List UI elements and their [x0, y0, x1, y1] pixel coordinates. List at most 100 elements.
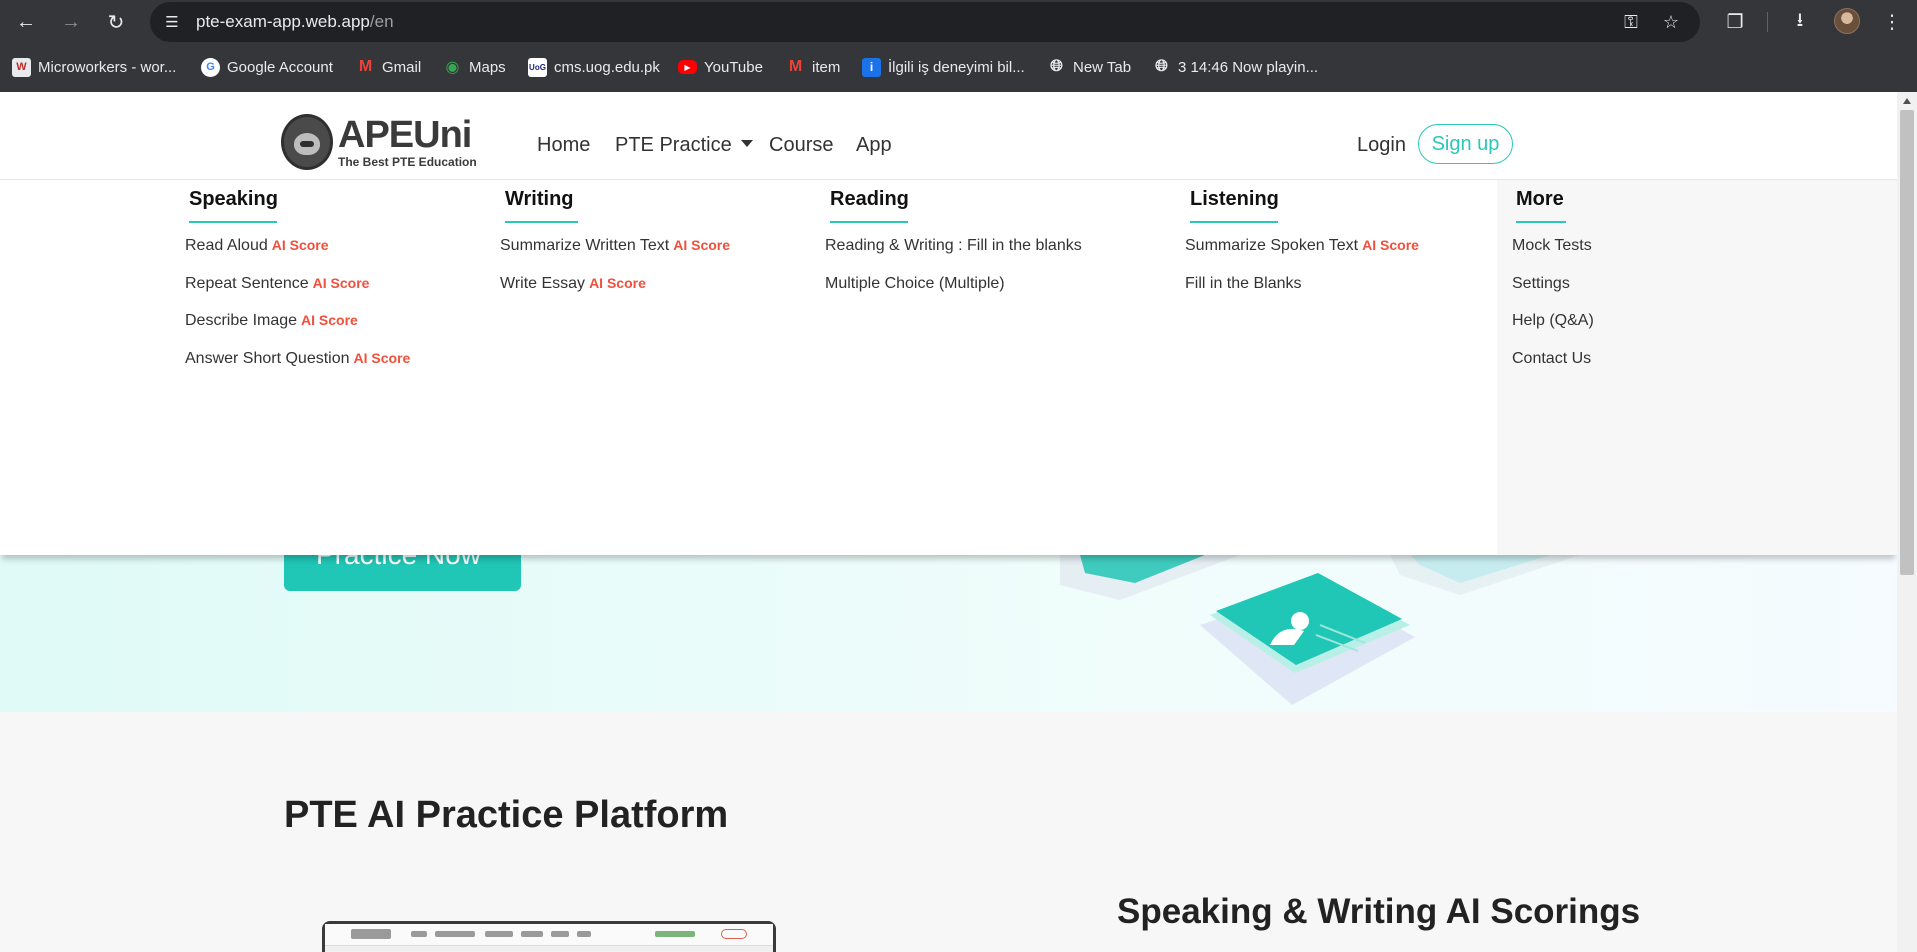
menu-heading: Listening: [1190, 188, 1279, 210]
download-icon[interactable]: ⭳: [1786, 8, 1814, 36]
nav-home[interactable]: Home: [537, 134, 590, 157]
url-host: pte-exam-app.web.app: [196, 12, 370, 31]
menu-item-fill-in-the-blanks[interactable]: Fill in the Blanks: [1185, 275, 1302, 293]
hero-illustration: [1060, 555, 1580, 705]
bookmark-label: İlgili iş deneyimi bil...: [888, 58, 1025, 76]
menu-item-multiple-choice-multiple[interactable]: Multiple Choice (Multiple): [825, 275, 1005, 293]
bookmark-label: YouTube: [704, 58, 763, 76]
page-scrollbar[interactable]: [1897, 92, 1917, 952]
practice-now-button[interactable]: Practice Now: [284, 555, 521, 591]
bookmark-label: item: [812, 58, 841, 76]
key-icon[interactable]: ⚿: [1620, 11, 1642, 33]
login-link[interactable]: Login: [1357, 134, 1406, 157]
url-path: /en: [369, 12, 394, 31]
menu-heading-underline: [189, 221, 277, 223]
menu-item-repeat-sentence[interactable]: Repeat Sentence AI Score: [185, 275, 369, 293]
menu-item-describe-image[interactable]: Describe Image AI Score: [185, 312, 358, 330]
nav-course[interactable]: Course: [769, 134, 833, 157]
youtube-icon: ▶: [678, 60, 697, 74]
url-text[interactable]: pte-exam-app.web.app/en: [196, 12, 394, 32]
menu-item-answer-short-question[interactable]: Answer Short Question AI Score: [185, 350, 410, 368]
scroll-up-arrow-icon[interactable]: [1903, 98, 1911, 104]
menu-item-reading-writing-fill-blanks[interactable]: Reading & Writing : Fill in the blanks: [825, 237, 1082, 255]
menu-item-contact-us[interactable]: Contact Us: [1512, 350, 1591, 368]
bookmark-label: cms.uog.edu.pk: [554, 58, 660, 76]
menu-heading: Writing: [505, 188, 574, 210]
page-viewport: APEUni The Best PTE Education Home PTE P…: [0, 92, 1897, 952]
microworkers-icon: W: [12, 57, 31, 77]
menu-heading: Speaking: [189, 188, 278, 210]
menu-item-settings[interactable]: Settings: [1512, 275, 1570, 293]
gmail-icon: M: [788, 58, 803, 75]
menu-item-mock-tests[interactable]: Mock Tests: [1512, 237, 1592, 255]
back-button[interactable]: ←: [10, 6, 42, 38]
bookmark-item[interactable]: ◉ Maps: [443, 56, 506, 78]
bookmark-item[interactable]: G Google Account: [201, 56, 333, 78]
bookmark-label: Google Account: [227, 58, 333, 76]
profile-avatar[interactable]: [1834, 8, 1860, 34]
reload-button[interactable]: ↻: [100, 6, 132, 38]
kebab-menu-icon[interactable]: ⋮: [1878, 8, 1906, 36]
section-title: PTE AI Practice Platform: [284, 794, 729, 836]
address-bar[interactable]: ☰ pte-exam-app.web.app/en ⚿ ☆: [150, 2, 1700, 42]
menu-item-summarize-written-text[interactable]: Summarize Written Text AI Score: [500, 237, 730, 255]
bookmark-item[interactable]: 🌐︎ New Tab: [1047, 56, 1131, 78]
bookmark-item[interactable]: W Microworkers - wor...: [12, 56, 176, 78]
bookmark-label: Maps: [469, 58, 506, 76]
bookmark-item[interactable]: 🌐︎ 3 14:46 Now playin...: [1152, 56, 1318, 78]
menu-item-write-essay[interactable]: Write Essay AI Score: [500, 275, 646, 293]
arrow-left-icon: ←: [16, 10, 36, 33]
site-settings-icon[interactable]: ☰: [162, 12, 182, 32]
browser-chrome: ← → ↻ ☰ pte-exam-app.web.app/en ⚿ ☆ ❐ ⭳ …: [0, 0, 1917, 92]
ai-score-badge: AI Score: [589, 275, 646, 291]
bookmark-item[interactable]: ▶ YouTube: [678, 56, 763, 78]
menu-item-label: Summarize Spoken Text: [1185, 237, 1359, 254]
logo-tagline: The Best PTE Education: [338, 155, 477, 169]
section-subhead: Speaking & Writing AI Scorings: [1117, 892, 1641, 931]
menu-item-help-qa[interactable]: Help (Q&A): [1512, 312, 1594, 330]
bookmark-label: 3 14:46 Now playin...: [1178, 58, 1319, 76]
ai-score-badge: AI Score: [312, 275, 370, 291]
bookmark-label: New Tab: [1073, 58, 1132, 76]
ai-score-badge: AI Score: [1362, 237, 1419, 253]
browser-toolbar: ← → ↻ ☰ pte-exam-app.web.app/en ⚿ ☆ ❐ ⭳ …: [0, 0, 1917, 44]
star-icon[interactable]: ☆: [1660, 11, 1682, 33]
forward-button[interactable]: →: [55, 6, 87, 38]
bookmark-item[interactable]: M Gmail: [356, 56, 421, 78]
menu-heading-underline: [505, 221, 578, 223]
bookmark-item[interactable]: i İlgili iş deneyimi bil...: [862, 56, 1025, 78]
user-icon: [1291, 612, 1309, 630]
bookmark-item[interactable]: Mitem: [786, 56, 841, 78]
menu-item-label: Describe Image: [185, 312, 298, 329]
ai-score-badge: AI Score: [301, 312, 358, 328]
menu-item-label: Write Essay: [500, 275, 586, 292]
preview-navbar: [325, 924, 773, 946]
hero-section: Practice Now: [0, 555, 1897, 712]
reload-icon: ↻: [107, 11, 125, 34]
menu-heading: Reading: [830, 188, 909, 210]
menu-heading-underline: [1190, 221, 1278, 223]
menu-item-read-aloud[interactable]: Read Aloud AI Score: [185, 237, 329, 255]
nav-pte-practice-label: PTE Practice: [615, 134, 732, 156]
signup-button[interactable]: Sign up: [1418, 124, 1513, 164]
logo-text[interactable]: APEUni: [338, 114, 472, 157]
menu-item-summarize-spoken-text[interactable]: Summarize Spoken Text AI Score: [1185, 237, 1419, 255]
caret-down-icon: [740, 140, 753, 148]
extensions-icon[interactable]: ❐: [1721, 8, 1749, 36]
ai-score-badge: AI Score: [271, 237, 329, 253]
scroll-thumb[interactable]: [1900, 110, 1914, 575]
globe-icon: 🌐︎: [1050, 58, 1063, 75]
bookmark-info-icon: i: [862, 57, 881, 77]
practice-now-label: Practice Now: [316, 555, 481, 571]
ai-score-badge: AI Score: [353, 350, 411, 366]
bookmark-label: Gmail: [382, 58, 422, 76]
pte-practice-mega-menu: Speaking Read Aloud AI Score Repeat Sente…: [0, 180, 1897, 555]
maps-icon: ◉: [445, 59, 460, 76]
bookmark-item[interactable]: UoG cms.uog.edu.pk: [528, 56, 660, 78]
menu-item-label: Read Aloud: [185, 237, 268, 254]
gorilla-logo-icon[interactable]: [281, 114, 333, 170]
nav-pte-practice[interactable]: PTE Practice: [615, 134, 753, 157]
nav-app[interactable]: App: [856, 134, 892, 157]
toolbar-divider: [1767, 12, 1768, 32]
arrow-right-icon: →: [61, 10, 81, 33]
